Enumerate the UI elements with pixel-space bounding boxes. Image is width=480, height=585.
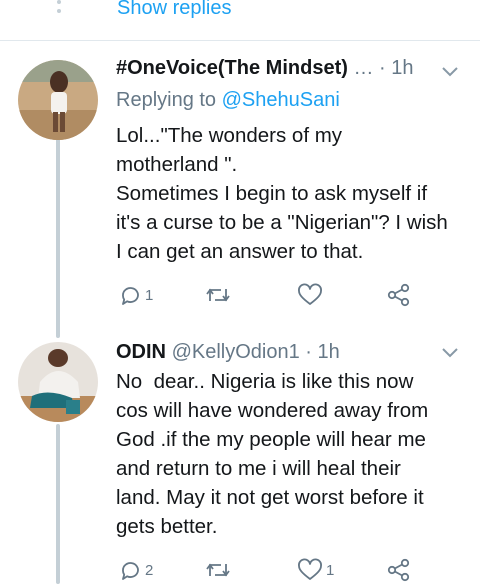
tweet-text: Lol..."The wonders of my motherland ". S… — [116, 124, 448, 263]
dot — [57, 9, 61, 13]
reply-icon — [122, 562, 139, 580]
share-button[interactable] — [386, 555, 412, 585]
user-photo-avatar[interactable] — [18, 60, 98, 140]
tweet-actions: 2 1 — [0, 555, 480, 585]
display-name[interactable]: ODIN — [116, 341, 166, 363]
handle[interactable]: @KellyOdion1 — [172, 341, 300, 363]
share-icon — [387, 558, 410, 582]
thread-top: Show replies — [0, 0, 480, 40]
avatar-photo — [18, 60, 98, 140]
show-replies-link[interactable]: Show replies — [117, 0, 232, 20]
user-photo-avatar[interactable] — [18, 342, 98, 422]
heart-icon — [298, 283, 322, 305]
chevron-down-icon[interactable] — [441, 345, 459, 359]
reply-button[interactable]: 2 — [118, 555, 153, 585]
retweet-button[interactable] — [205, 280, 231, 310]
share-button[interactable] — [386, 280, 412, 310]
tweet-text: No dear.. Nigeria is like this now cos w… — [116, 370, 429, 538]
separator: · — [305, 341, 312, 363]
retweet-icon — [206, 563, 230, 577]
name-truncation: … — [353, 57, 374, 79]
heart-icon — [298, 558, 322, 580]
tweet-actions: 1 — [0, 280, 480, 310]
tweet-header: ODIN @KellyOdion1 · 1h — [116, 341, 340, 364]
avatar-photo — [18, 342, 98, 422]
reply-count: 1 — [145, 286, 154, 304]
replying-to: Replying to @ShehuSani — [116, 89, 340, 112]
reply-button[interactable]: 1 — [118, 280, 153, 310]
retweet-button[interactable] — [205, 555, 231, 585]
chevron-down-icon[interactable] — [441, 64, 459, 78]
divider — [0, 40, 480, 41]
separator: · — [379, 57, 386, 79]
like-button[interactable]: 1 — [297, 555, 334, 585]
share-icon — [387, 283, 410, 307]
tweet-header: #OneVoice(The Mindset) … · 1h — [116, 57, 414, 80]
reply-icon — [122, 287, 139, 305]
retweet-icon — [206, 288, 230, 302]
replying-prefix: Replying to — [116, 89, 222, 111]
replying-to-mention[interactable]: @ShehuSani — [222, 89, 340, 111]
dot — [57, 0, 61, 4]
like-button[interactable] — [297, 280, 323, 310]
timestamp[interactable]: 1h — [318, 341, 340, 363]
thread-collapsed-dots — [56, 0, 62, 18]
timestamp[interactable]: 1h — [391, 57, 413, 79]
display-name[interactable]: #OneVoice(The Mindset) — [116, 57, 348, 79]
